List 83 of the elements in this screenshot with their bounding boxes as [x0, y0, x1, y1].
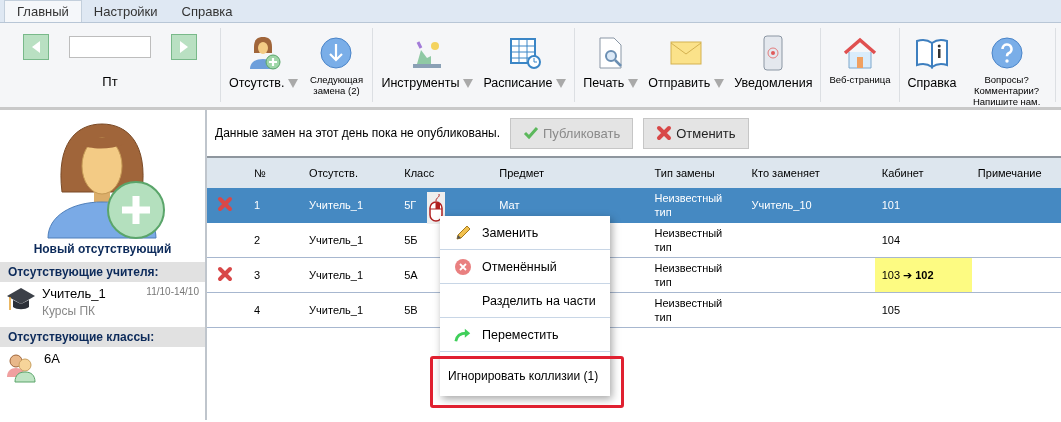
group-icon	[6, 351, 38, 383]
calendar-grid-icon	[507, 36, 542, 70]
ribbon-button[interactable]: Инструменты	[379, 32, 476, 92]
cancelled-icon	[217, 266, 233, 282]
question-icon	[989, 36, 1024, 70]
menu-item[interactable]: Заменить	[440, 216, 610, 250]
next-button[interactable]	[171, 34, 197, 60]
ribbon-button[interactable]: Печать	[581, 32, 641, 92]
phone-icon	[762, 35, 785, 71]
class-name: 6А	[44, 351, 60, 368]
ribbon-button[interactable]: Уведомления	[732, 32, 815, 92]
table-cell: 5Б	[404, 234, 418, 246]
table-cell: Мат	[499, 199, 520, 211]
table-cell: 2	[254, 234, 261, 246]
column-header: Примечание	[977, 167, 1042, 179]
table-cell-text: Неизвестный тип	[654, 261, 724, 289]
table-cell: 104	[881, 234, 901, 246]
table-cell: 3	[254, 269, 261, 281]
menu-item[interactable]: Переместить	[440, 318, 610, 352]
table-cell: 105	[881, 304, 901, 316]
tab[interactable]: Настройки	[81, 0, 170, 22]
section-header: Отсутствующие учителя:	[0, 262, 205, 282]
table-cell: Учитель_10	[751, 199, 812, 211]
date-field[interactable]	[69, 36, 151, 58]
ribbon-button[interactable]: Отсутств.	[227, 32, 301, 92]
column-header: Кабинет	[881, 167, 924, 179]
menu-item[interactable]: Отменённый	[440, 250, 610, 284]
pencil-icon	[454, 223, 472, 242]
book-icon	[915, 37, 950, 69]
ribbon-button[interactable]: Справка	[905, 32, 959, 92]
mouse-icon	[427, 192, 445, 224]
curved-arrow-icon	[454, 326, 472, 343]
table-cell: Учитель_1	[309, 199, 364, 211]
table-cell: 5В	[404, 304, 418, 316]
envelope-icon	[669, 40, 704, 66]
ribbon-button[interactable]: Отправить	[646, 32, 727, 92]
cancel-button[interactable]: Отменить	[643, 117, 749, 149]
previous-button[interactable]	[23, 34, 49, 60]
dropdown-icon	[628, 78, 639, 88]
table-cell: 103 ➔ 102	[881, 268, 934, 282]
table-cell: 5А	[404, 269, 418, 281]
column-header: Класс	[404, 167, 435, 179]
table-cell-text: Неизвестный тип	[654, 191, 724, 219]
left-triangle-icon	[31, 40, 41, 54]
table-cell-text: Неизвестный тип	[654, 296, 724, 324]
tab[interactable]: Справка	[169, 0, 245, 22]
day-label: Пт	[102, 74, 118, 89]
tab[interactable]: Главный	[4, 0, 82, 22]
x-icon	[656, 125, 673, 141]
column-header: Отсутств.	[309, 167, 358, 179]
ribbon-button[interactable]: Вопросы? Комментарии? Напишите нам.	[964, 32, 1049, 109]
menu-item[interactable]: Разделить на части	[440, 284, 610, 318]
dropdown-icon	[463, 78, 474, 88]
house-icon	[843, 36, 877, 70]
absence-reason: Курсы ПК	[42, 304, 97, 318]
dropdown-icon	[288, 78, 299, 88]
table-cell-text: Неизвестный тип	[654, 226, 724, 254]
ribbon-button[interactable]: Следующая замена (2)	[306, 32, 367, 98]
table-cell: Учитель_1	[309, 304, 364, 316]
table-cell: Учитель_1	[309, 234, 364, 246]
new-absence-button[interactable]: Новый отсутствующий	[0, 110, 205, 257]
table-cell: 101	[881, 199, 901, 211]
date-range: 11/10-14/10	[146, 286, 199, 299]
cancelled-icon	[217, 196, 233, 212]
table-cell: 4	[254, 304, 261, 316]
menu-item[interactable]: Игнорировать коллизии (1)	[440, 356, 610, 396]
ribbon-button[interactable]: Расписание	[481, 32, 569, 92]
table-cell: 5Г	[404, 199, 417, 211]
check-icon	[522, 126, 539, 140]
table-cell: Учитель_1	[309, 269, 364, 281]
column-header: Предмет	[499, 167, 544, 179]
section-header: Отсутствующие классы:	[0, 327, 205, 347]
column-header: №	[254, 167, 266, 179]
column-header: Кто заменяет	[751, 167, 820, 179]
dropdown-icon	[556, 78, 567, 88]
cancel-icon	[454, 257, 472, 276]
right-triangle-icon	[179, 40, 189, 54]
column-header: Тип замены	[654, 167, 715, 179]
dropdown-icon	[714, 78, 725, 88]
teacher-name: Учитель_1	[42, 286, 106, 301]
notice-text: Данные замен на этот день пока не опубликованы.	[215, 126, 500, 140]
ribbon-button[interactable]: Веб-страница	[827, 32, 893, 87]
table-cell: 1	[254, 199, 261, 211]
